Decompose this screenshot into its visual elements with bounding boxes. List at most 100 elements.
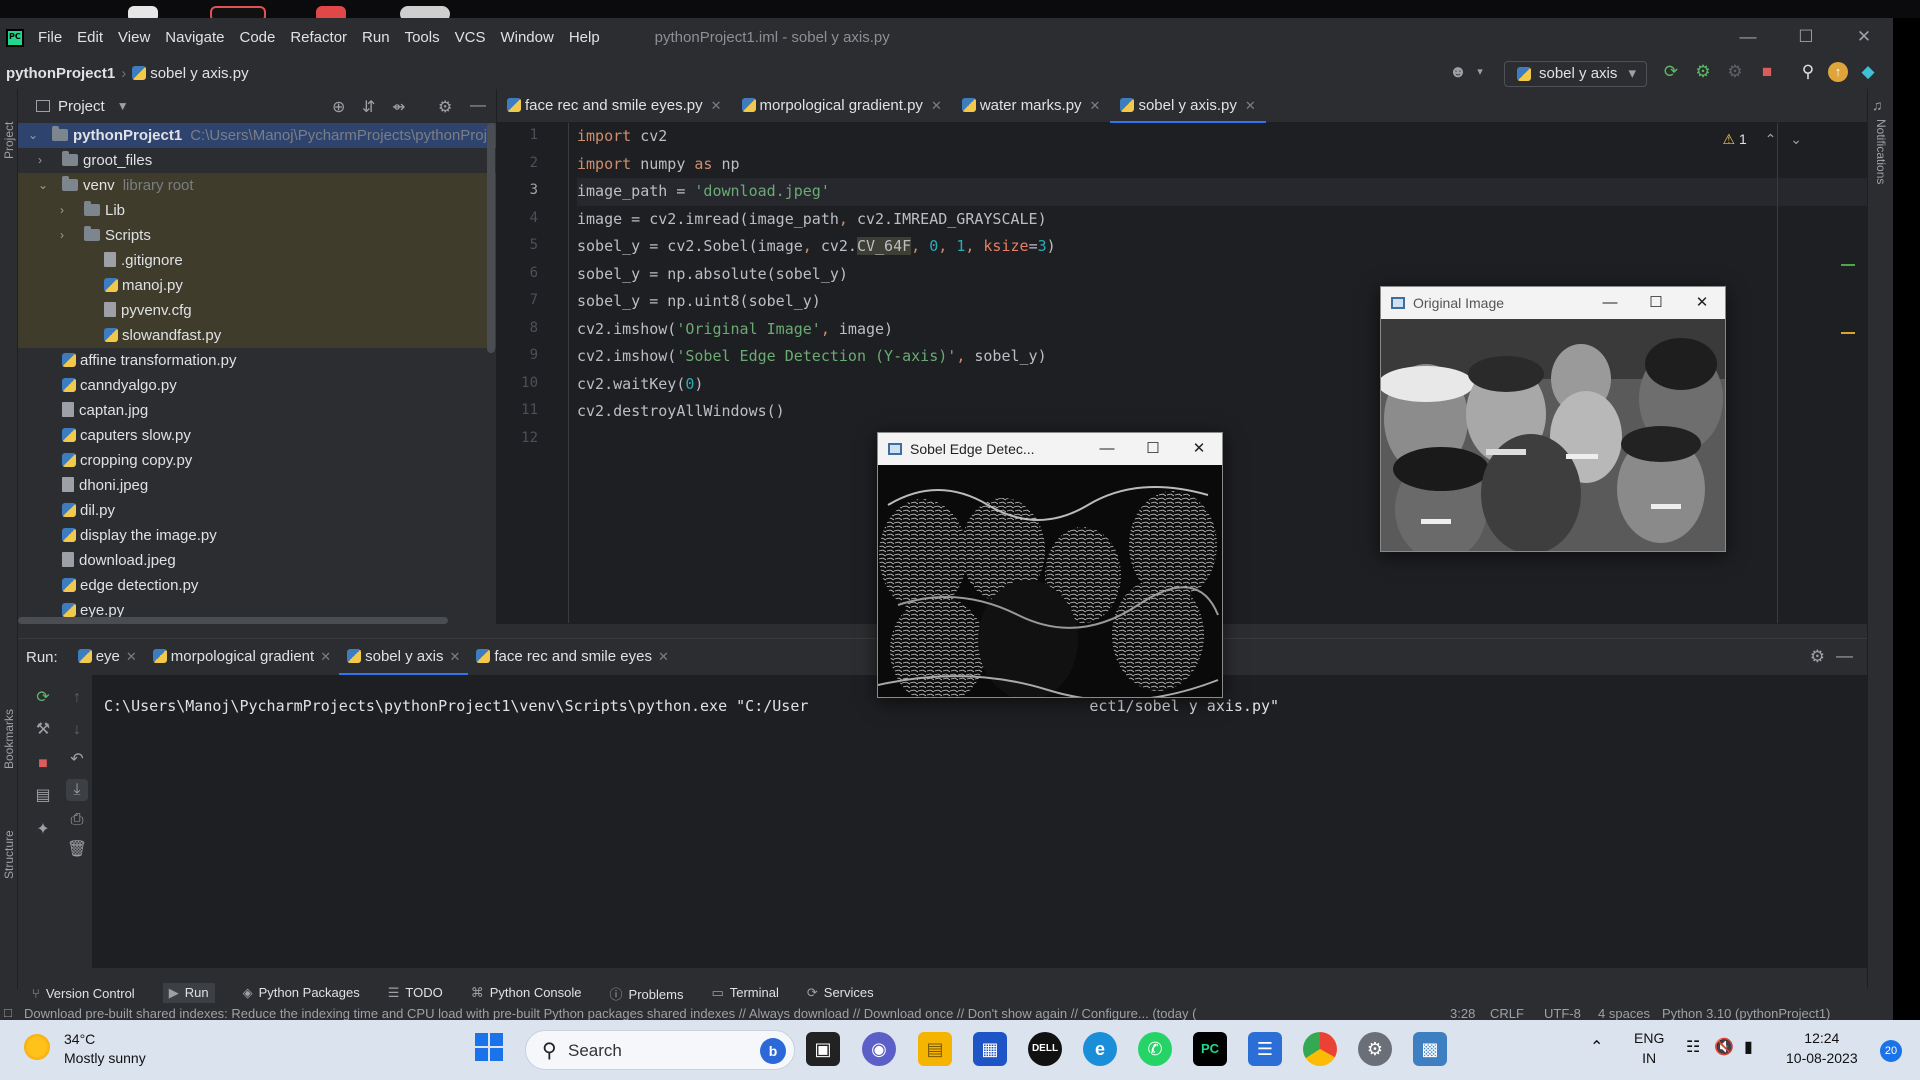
tree-folder[interactable]: ⌄ venv library root xyxy=(18,173,496,198)
cursor-position[interactable]: 3:28 xyxy=(1444,1006,1476,1020)
chevron-down-icon[interactable]: ⌄ xyxy=(1790,131,1802,147)
tool-tab-python-packages[interactable]: ◈ Python Packages xyxy=(243,985,360,1001)
windows-start-icon[interactable] xyxy=(472,1032,506,1066)
tree-file[interactable]: dhoni.jpeg xyxy=(18,473,496,498)
side-tab-bookmarks[interactable]: Bookmarks xyxy=(2,709,16,769)
wrench-icon[interactable]: ⚒ xyxy=(32,719,54,741)
close-tab-icon[interactable]: ✕ xyxy=(1090,98,1101,113)
chevron-down-icon[interactable]: ▾ xyxy=(1470,62,1490,82)
edge-icon[interactable]: e xyxy=(1083,1032,1117,1066)
coverage-icon[interactable]: ⚙ xyxy=(1725,62,1745,82)
menu-tools[interactable]: Tools xyxy=(405,29,440,46)
python-icon[interactable]: ▩ xyxy=(1413,1032,1447,1066)
indent-setting[interactable]: 4 spaces xyxy=(1594,1006,1651,1020)
menu-run[interactable]: Run xyxy=(362,29,390,46)
minimize-icon[interactable]: — xyxy=(1084,433,1130,465)
code-line[interactable]: sobel_y = cv2.Sobel(image, cv2.CV_64F, 0… xyxy=(577,233,1777,261)
change-marker[interactable] xyxy=(1841,264,1855,266)
trash-icon[interactable]: 🗑 xyxy=(66,839,88,861)
code-line[interactable]: import cv2 xyxy=(577,123,1777,151)
close-tab-icon[interactable]: ✕ xyxy=(931,98,942,113)
python-interpreter[interactable]: Python 3.10 (pythonProject1) xyxy=(1658,1006,1871,1020)
breadcrumb-file[interactable]: sobel y axis.py xyxy=(150,65,248,82)
tree-file[interactable]: caputers slow.py xyxy=(18,423,496,448)
console-output[interactable]: C:\Users\Manoj\PycharmProjects\pythonPro… xyxy=(104,697,1279,715)
tree-root[interactable]: ⌄ pythonProject1 C:\Users\Manoj\PycharmPr… xyxy=(18,123,496,148)
wifi-icon[interactable]: ☷ xyxy=(1686,1038,1700,1058)
tool-tab-problems[interactable]: ⓘ Problems xyxy=(610,984,684,1003)
bing-icon[interactable]: b xyxy=(760,1038,786,1064)
chevron-down-icon[interactable]: ⌄ xyxy=(38,173,50,198)
maximize-icon[interactable]: ☐ xyxy=(1130,433,1176,465)
line-separator[interactable]: CRLF xyxy=(1486,1006,1524,1020)
notification-count[interactable]: 20 xyxy=(1880,1040,1902,1062)
original-image-titlebar[interactable]: Original Image — ☐ ✕ xyxy=(1381,287,1725,319)
horizontal-scrollbar[interactable] xyxy=(18,617,448,624)
close-icon[interactable]: ✕ xyxy=(1679,287,1725,319)
minimize-icon[interactable]: — xyxy=(1719,18,1777,57)
hide-panel-icon[interactable]: — xyxy=(1836,646,1853,666)
menu-vcs[interactable]: VCS xyxy=(455,29,486,46)
menu-edit[interactable]: Edit xyxy=(77,29,103,46)
breadcrumb-project[interactable]: pythonProject1 xyxy=(6,65,115,82)
tree-file[interactable]: affine transformation.py xyxy=(18,348,496,373)
inspection-widget[interactable]: ⚠ 1 ⌃ ⌄ xyxy=(1723,131,1803,148)
vertical-scrollbar[interactable] xyxy=(487,123,495,353)
editor-tab[interactable]: water marks.py ✕ xyxy=(952,89,1111,123)
run-tab[interactable]: sobel y axis ✕ xyxy=(339,639,469,675)
chevron-down-icon[interactable]: ⌄ xyxy=(28,123,40,148)
warning-marker[interactable] xyxy=(1841,332,1855,334)
close-tab-icon[interactable]: ✕ xyxy=(1245,98,1256,113)
arrow-down-icon[interactable]: ↓ xyxy=(66,719,88,741)
soft-wrap-icon[interactable]: ↶ xyxy=(66,749,88,771)
print-icon[interactable]: ⎙ xyxy=(66,809,88,831)
close-tab-icon[interactable]: ✕ xyxy=(711,98,722,113)
side-tab-notifications[interactable]: Notifications xyxy=(1874,119,1888,184)
status-message[interactable]: Download pre-built shared indexes: Reduc… xyxy=(24,1006,1196,1020)
tool-tab-run[interactable]: ▶ Run xyxy=(162,983,215,1003)
close-tab-icon[interactable]: ✕ xyxy=(126,649,137,664)
arrow-up-icon[interactable]: ↑ xyxy=(66,687,88,709)
settings-icon[interactable]: ⚙ xyxy=(1358,1032,1392,1066)
project-panel-title[interactable]: Project xyxy=(58,98,105,115)
expand-all-icon[interactable]: ⇵ xyxy=(362,97,375,117)
close-tab-icon[interactable]: ✕ xyxy=(320,649,331,664)
run-tab[interactable]: morpological gradient ✕ xyxy=(145,639,339,675)
scroll-to-end-icon[interactable]: ⤓ xyxy=(66,779,88,801)
tree-file[interactable]: cropping copy.py xyxy=(18,448,496,473)
chevron-up-icon[interactable]: ⌃ xyxy=(1590,1038,1603,1058)
menu-code[interactable]: Code xyxy=(239,29,275,46)
whatsapp-icon[interactable]: ✆ xyxy=(1138,1032,1172,1066)
editor-tab[interactable]: sobel y axis.py ✕ xyxy=(1110,89,1266,123)
tree-file[interactable]: .gitignore xyxy=(18,248,496,273)
tree-file[interactable]: download.jpeg xyxy=(18,548,496,573)
chat-icon[interactable]: ◉ xyxy=(862,1032,896,1066)
menu-refactor[interactable]: Refactor xyxy=(290,29,347,46)
editor-tab[interactable]: face rec and smile eyes.py ✕ xyxy=(497,89,732,123)
side-tab-project[interactable]: Project xyxy=(2,122,16,159)
maximize-icon[interactable]: ☐ xyxy=(1777,18,1835,57)
menu-view[interactable]: View xyxy=(118,29,150,46)
locate-icon[interactable]: ⊕ xyxy=(332,97,345,117)
tool-tab-python-console[interactable]: ⌘ Python Console xyxy=(471,985,582,1001)
bell-icon[interactable]: ♫ xyxy=(1872,97,1883,113)
chevron-right-icon[interactable]: › xyxy=(60,198,72,223)
menu-navigate[interactable]: Navigate xyxy=(165,29,224,46)
tree-folder[interactable]: › Scripts xyxy=(18,223,496,248)
close-icon[interactable]: ✕ xyxy=(1176,433,1222,465)
notepad-icon[interactable]: ☰ xyxy=(1248,1032,1282,1066)
tool-tab-version-control[interactable]: ⑂ Version Control xyxy=(32,986,135,1001)
rerun-icon[interactable]: ⟳ xyxy=(32,687,54,709)
tree-file[interactable]: display the image.py xyxy=(18,523,496,548)
tree-folder[interactable]: › groot_files xyxy=(18,148,496,173)
file-encoding[interactable]: UTF-8 xyxy=(1540,1006,1581,1020)
tool-tab-todo[interactable]: ☰ TODO xyxy=(388,985,443,1001)
pin-icon[interactable]: ✦ xyxy=(32,819,54,841)
menu-file[interactable]: File xyxy=(38,29,62,46)
tree-file[interactable]: slowandfast.py xyxy=(18,323,496,348)
chevron-right-icon[interactable]: › xyxy=(60,223,72,248)
tree-file[interactable]: canndyalgo.py xyxy=(18,373,496,398)
code-line[interactable]: sobel_y = np.absolute(sobel_y) xyxy=(577,261,1777,289)
battery-icon[interactable]: ▮ xyxy=(1744,1038,1753,1058)
collapse-all-icon[interactable]: ⇴ xyxy=(392,97,405,117)
